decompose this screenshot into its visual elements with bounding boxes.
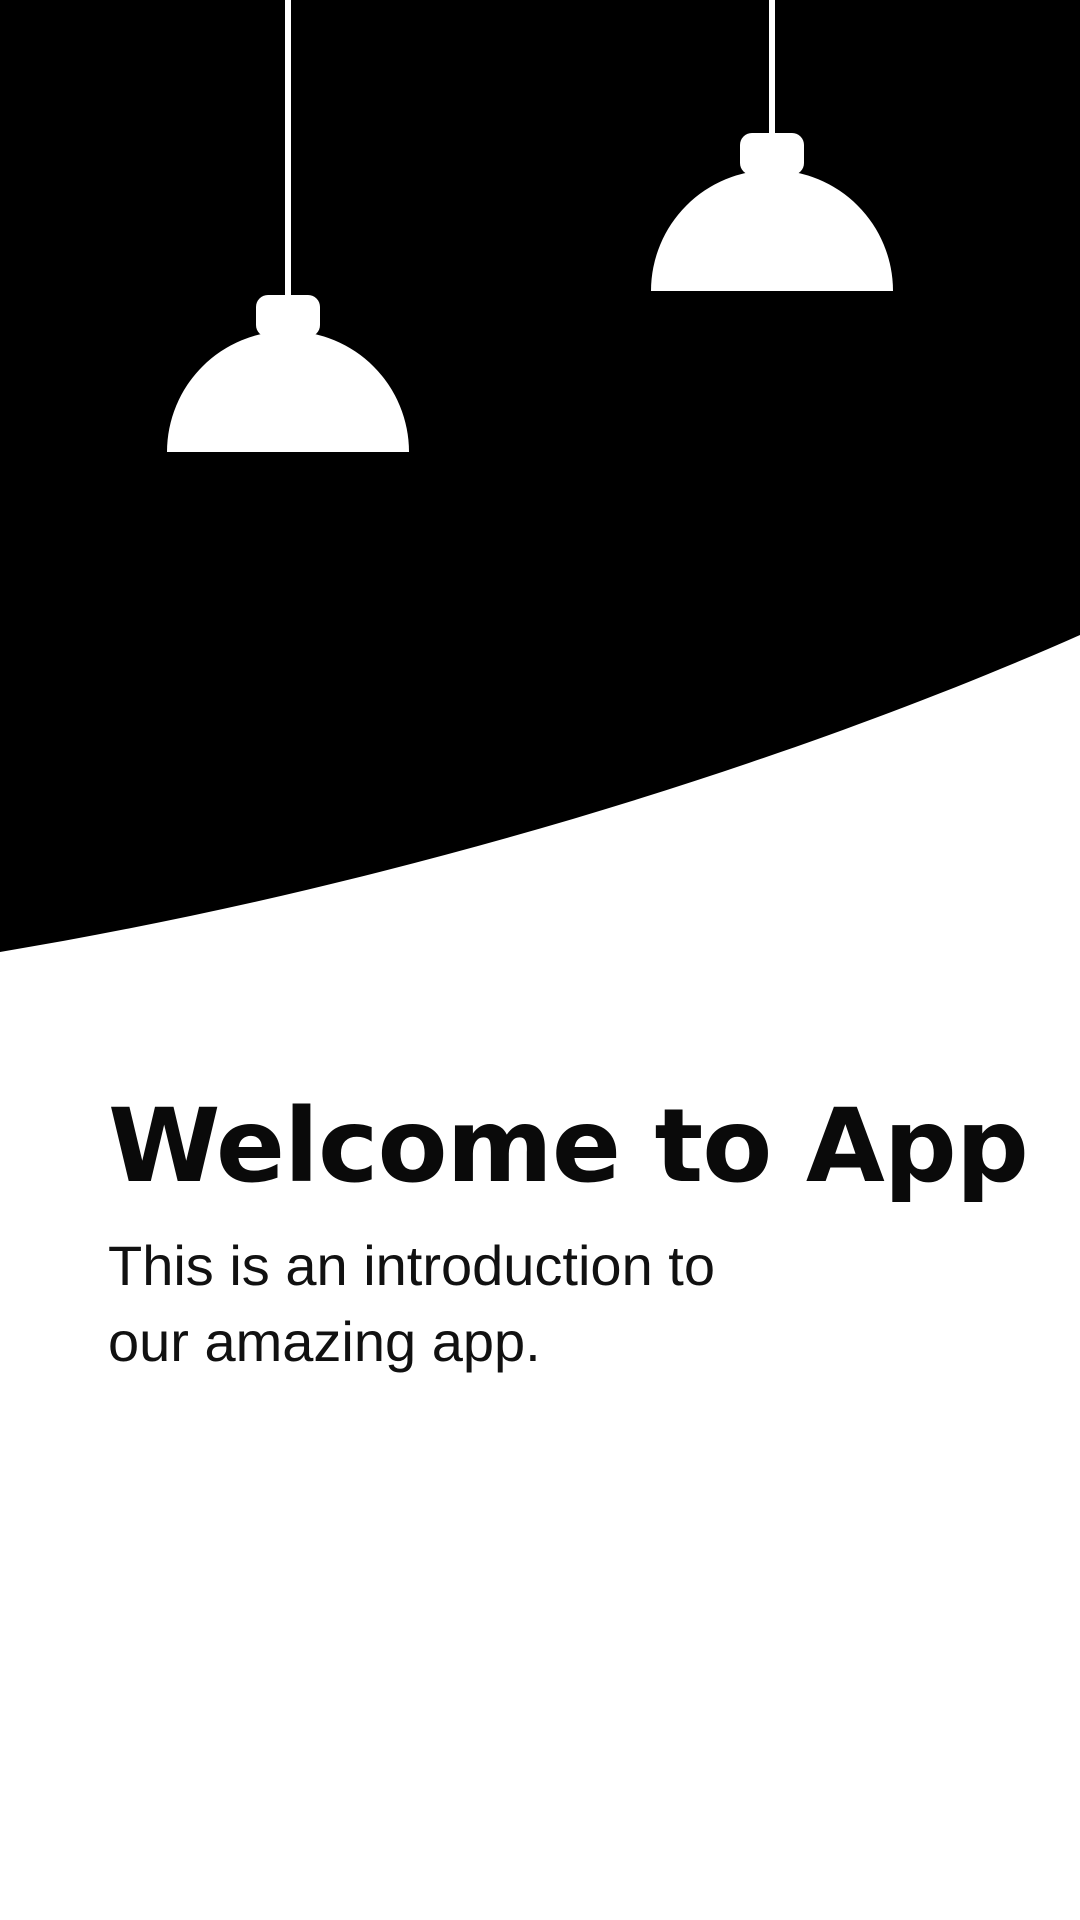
lamp-cord	[285, 0, 291, 298]
lamp-cord	[769, 0, 775, 136]
lamp-socket	[256, 295, 320, 337]
intro-content: Welcome to App This is an introduction t…	[108, 1087, 1029, 1379]
hero-illustration	[0, 0, 1080, 960]
page-subtitle: This is an introduction to our amazing a…	[108, 1234, 715, 1373]
hero-svg	[0, 0, 1080, 952]
dark-curved-background	[0, 0, 1080, 952]
lamp-socket	[740, 133, 804, 175]
page-title: Welcome to App	[108, 1087, 1029, 1206]
